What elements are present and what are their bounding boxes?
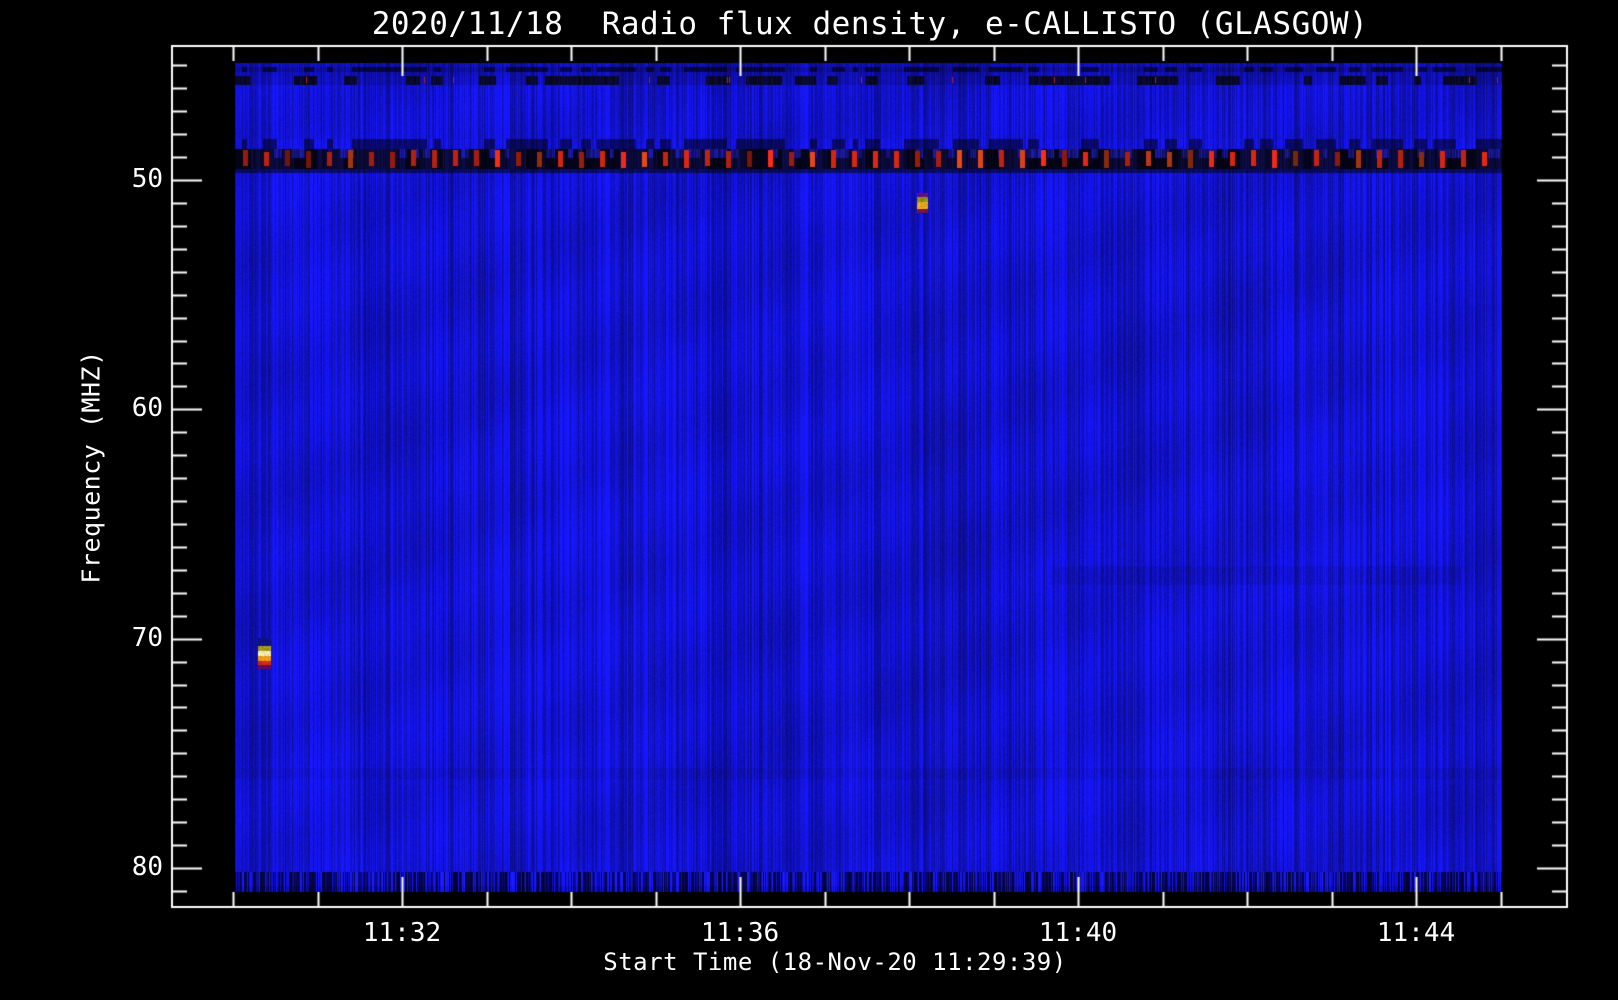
x-tick-label-1140: 11:40 (1038, 918, 1118, 948)
x-tick-label-1136: 11:36 (700, 918, 780, 948)
y-tick-label-50: 50 (131, 164, 163, 194)
y-tick-label-70: 70 (131, 622, 163, 653)
spectrogram-canvas (0, 0, 1618, 1000)
y-axis-title: Frequency (MHZ) (76, 350, 106, 584)
x-axis-title: Start Time (18-Nov-20 11:29:39) (603, 948, 1067, 976)
chart-title: 2020/11/18 Radio flux density, e-CALLIST… (371, 6, 1369, 42)
spectrogram-figure: 2020/11/18 Radio flux density, e-CALLIST… (0, 0, 1618, 1000)
y-tick-label-60: 60 (131, 393, 163, 424)
y-tick-label-80: 80 (131, 851, 163, 882)
x-tick-label-1144: 11:44 (1376, 918, 1456, 948)
x-tick-label-1132: 11:32 (362, 918, 442, 948)
